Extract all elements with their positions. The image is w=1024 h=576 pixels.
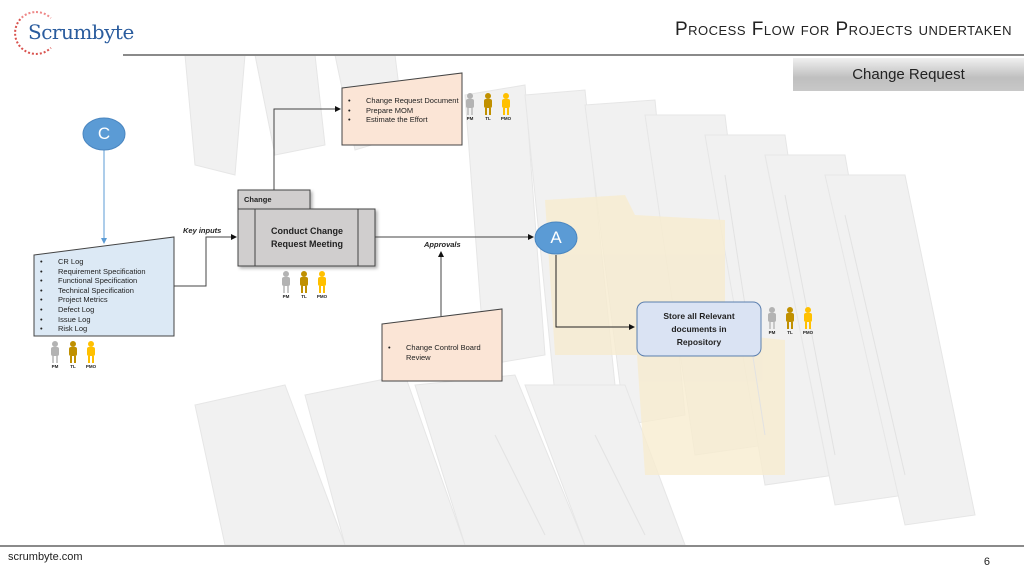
repository-node[interactable]: Store all Relevant documents in Reposito… bbox=[637, 310, 761, 349]
role-label-pm: PM bbox=[282, 294, 290, 299]
role-label-pm: PM bbox=[466, 116, 474, 121]
edge-key-inputs bbox=[174, 234, 237, 287]
person-pm-icon bbox=[768, 307, 776, 329]
input-item: Technical Specification bbox=[36, 286, 176, 296]
role-label-pm: PM bbox=[51, 364, 59, 369]
input-item: Defect Log bbox=[36, 305, 176, 315]
input-item: Project Metrics bbox=[36, 295, 176, 305]
edge-a-to-repository bbox=[555, 255, 635, 330]
person-pmo-icon bbox=[502, 93, 510, 115]
page-number: 6 bbox=[983, 556, 990, 568]
role-label-tl: TL bbox=[485, 116, 491, 121]
process-label-line2: Request Meeting bbox=[270, 239, 343, 249]
person-tl-icon bbox=[484, 93, 492, 115]
role-label-pmo: PMO bbox=[316, 294, 328, 299]
person-tl-icon bbox=[786, 307, 794, 329]
repository-line2: documents in bbox=[671, 324, 727, 334]
footer-site: scrumbyte.com bbox=[8, 551, 83, 563]
input-item: CR Log bbox=[36, 257, 176, 267]
edge-label-key-inputs: Key inputs bbox=[183, 226, 222, 235]
process-node[interactable]: Conduct Change Request Meeting bbox=[256, 225, 358, 251]
output-item: Estimate the Effort bbox=[344, 115, 462, 125]
role-label-pmo: PMO bbox=[500, 116, 512, 121]
roles-inputs: PM TL PMO bbox=[48, 341, 98, 369]
input-item: Issue Log bbox=[36, 315, 176, 325]
role-label-pm: PM bbox=[768, 330, 776, 335]
repository-line3: Repository bbox=[676, 337, 722, 347]
connector-a[interactable]: A bbox=[535, 222, 577, 254]
person-tl-icon bbox=[69, 341, 77, 363]
connector-c[interactable]: C bbox=[83, 118, 125, 150]
person-tl-icon bbox=[300, 271, 308, 293]
process-tab-label: Change bbox=[244, 195, 272, 204]
input-item: Risk Log bbox=[36, 324, 176, 334]
review-item: Change Control Board Review bbox=[384, 343, 502, 362]
output-item: Prepare MOM bbox=[344, 106, 462, 116]
person-pm-icon bbox=[51, 341, 59, 363]
person-pm-icon bbox=[282, 271, 290, 293]
outputs-box: Change Request Document Prepare MOM Esti… bbox=[344, 96, 462, 125]
output-item: Change Request Document bbox=[344, 96, 462, 106]
person-pm-icon bbox=[466, 93, 474, 115]
review-box: Change Control Board Review bbox=[384, 343, 502, 362]
repository-line1: Store all Relevant bbox=[663, 311, 735, 321]
roles-outputs: PM TL PMO bbox=[463, 93, 513, 121]
roles-process: PM TL PMO bbox=[279, 271, 329, 299]
inputs-box: CR Log Requirement Specification Functio… bbox=[36, 257, 176, 334]
input-item: Requirement Specification bbox=[36, 267, 176, 277]
person-pmo-icon bbox=[318, 271, 326, 293]
edge-label-approvals: Approvals bbox=[424, 240, 461, 249]
person-pmo-icon bbox=[87, 341, 95, 363]
roles-repository: PM TL PMO bbox=[765, 307, 815, 335]
role-label-tl: TL bbox=[70, 364, 76, 369]
role-label-tl: TL bbox=[787, 330, 793, 335]
process-label-line1: Conduct Change bbox=[271, 226, 343, 236]
role-label-tl: TL bbox=[301, 294, 307, 299]
role-label-pmo: PMO bbox=[802, 330, 814, 335]
input-item: Functional Specification bbox=[36, 276, 176, 286]
edge-process-to-outputs bbox=[273, 106, 341, 190]
footer-divider bbox=[0, 545, 1024, 547]
person-pmo-icon bbox=[804, 307, 812, 329]
role-label-pmo: PMO bbox=[85, 364, 97, 369]
